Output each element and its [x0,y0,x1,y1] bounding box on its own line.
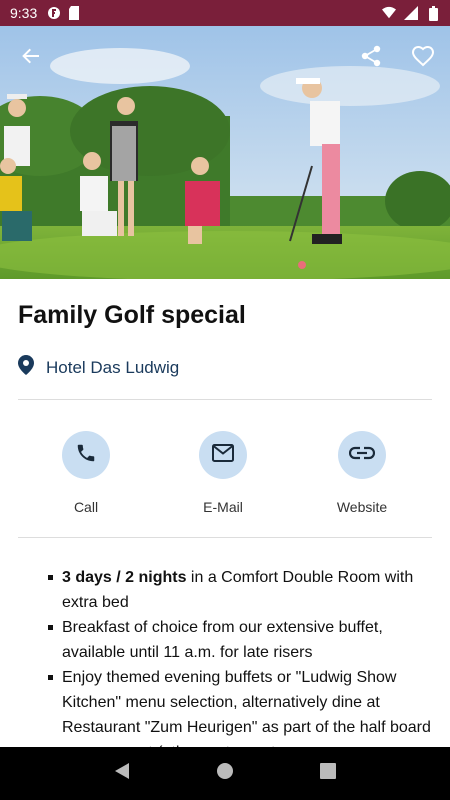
nav-back-button[interactable] [112,762,132,785]
nav-home-button[interactable] [215,762,235,785]
email-circle [199,431,247,479]
website-label: Website [336,499,388,515]
hero-image [0,26,450,279]
status-time: 9:33 [10,5,38,21]
battery-icon [426,5,440,21]
call-circle [62,431,110,479]
nav-recents-icon [320,763,337,784]
list-item-text: Enjoy themed evening buffets or "Ludwig … [62,669,431,747]
offer-details: Family Golf special Hotel Das Ludwig Cal… [0,279,450,747]
share-icon [360,45,382,72]
nav-recents-button[interactable] [318,763,338,784]
list-item-text: Breakfast of choice from our extensive b… [62,619,383,661]
favorite-button[interactable] [411,45,435,72]
location-row[interactable]: Hotel Das Ludwig [18,355,179,380]
arrow-back-icon [21,46,41,71]
list-item: Breakfast of choice from our extensive b… [48,615,438,665]
list-item: Enjoy themed evening buffets or "Ludwig … [48,665,438,747]
share-button[interactable] [359,45,383,72]
heart-outline-icon [411,45,435,72]
location-pin-icon [18,355,34,380]
sd-card-icon [67,6,81,20]
description-list: 3 days / 2 nights in a Comfort Double Ro… [48,565,438,747]
mail-icon [211,443,235,468]
divider [18,537,432,538]
location-label: Hotel Das Ludwig [46,357,180,377]
website-button[interactable]: Website [307,431,417,515]
nav-home-icon [216,762,234,785]
list-item: 3 days / 2 nights in a Comfort Double Ro… [48,565,438,615]
list-item-bold: 3 days / 2 nights [62,569,187,586]
wifi-icon [382,6,396,20]
email-label: E-Mail [203,499,243,515]
divider [18,399,432,400]
app-notification-icon [47,6,61,20]
link-icon [348,446,376,465]
page-title: Family Golf special [18,301,246,329]
status-bar: 9:33 [0,0,450,26]
call-button[interactable]: Call [31,431,141,515]
phone-icon [75,442,97,469]
signal-icon [404,6,418,20]
navigation-bar [0,747,450,800]
call-label: Call [73,499,99,515]
nav-back-icon [114,762,130,785]
email-button[interactable]: E-Mail [168,431,278,515]
website-circle [338,431,386,479]
back-button[interactable] [19,46,43,70]
